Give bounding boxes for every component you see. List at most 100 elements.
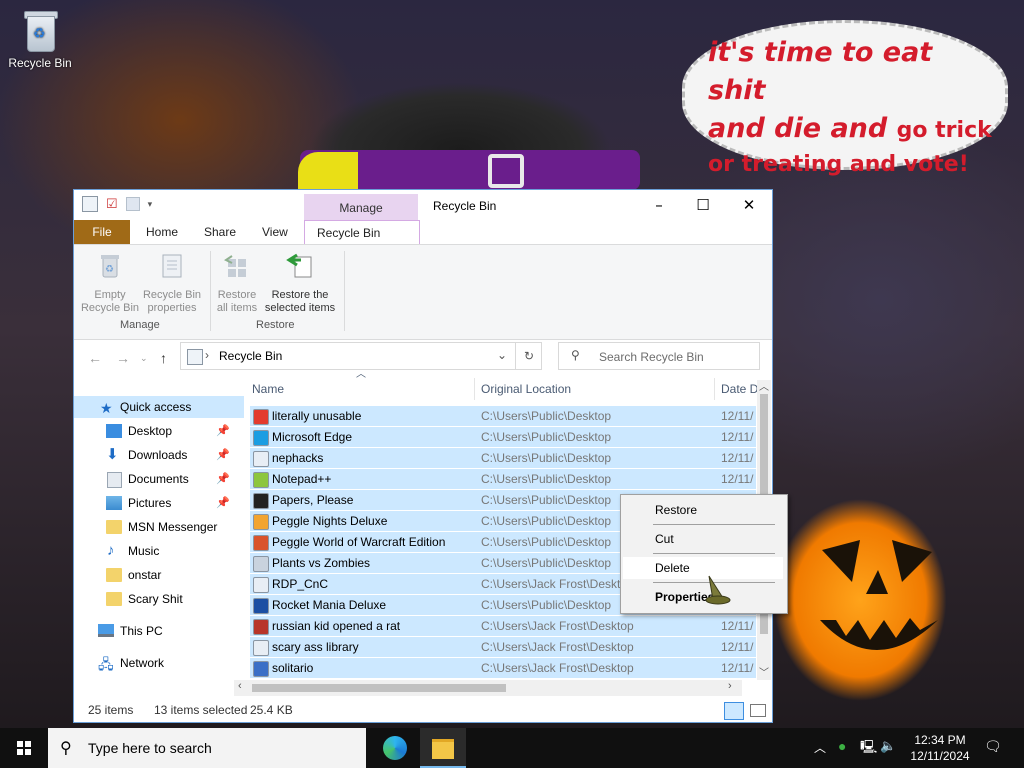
column-separator[interactable] xyxy=(474,378,475,400)
close-button[interactable]: ✕ xyxy=(726,190,772,220)
show-hidden-icons-chevron-icon[interactable]: ︿ xyxy=(814,739,826,779)
file-row[interactable]: nephacks C:\Users\Public\Desktop 12/11/ xyxy=(250,448,756,469)
nav-item-msn-messenger[interactable]: MSN Messenger xyxy=(74,516,244,538)
scrollbar-thumb[interactable] xyxy=(252,684,506,692)
context-restore[interactable]: Restore xyxy=(623,499,783,521)
title-bar[interactable]: ☑ ▾ Manage Recycle Bin – ☐ ✕ xyxy=(74,190,772,222)
column-header-name[interactable]: Name xyxy=(252,376,284,402)
nav-item-documents[interactable]: Documents 📌 xyxy=(74,468,244,490)
empty-recycle-bin-button[interactable]: ♻ Empty Recycle Bin xyxy=(80,251,140,315)
up-arrow-icon[interactable]: ↑ xyxy=(160,350,167,366)
scroll-up-icon[interactable]: ︿ xyxy=(759,378,769,393)
address-bar[interactable]: › Recycle Bin ⌄ ↻ xyxy=(180,342,542,370)
nav-label: Pictures xyxy=(128,496,172,510)
user-tray-icon[interactable]: ● xyxy=(838,738,846,778)
file-date-deleted: 12/11/ xyxy=(721,409,754,423)
desktop-icon xyxy=(106,424,122,438)
start-button[interactable] xyxy=(0,728,48,768)
properties-qat-icon[interactable]: ☑ xyxy=(106,196,118,212)
new-folder-qat-icon[interactable] xyxy=(125,197,140,211)
file-row[interactable]: solitario C:\Users\Jack Frost\Desktop 12/1… xyxy=(250,658,756,679)
empty-bin-label-2: Recycle Bin xyxy=(80,302,140,314)
tab-share[interactable]: Share xyxy=(192,220,248,244)
taskbar-app-file-explorer[interactable] xyxy=(420,728,466,768)
nav-item-quick-access[interactable]: ★ Quick access xyxy=(74,396,244,418)
file-name: Papers, Please xyxy=(272,493,354,507)
windows-logo-icon xyxy=(17,741,31,755)
desktop-icon-recycle-bin[interactable]: ♻ Recycle Bin xyxy=(4,6,76,70)
restore-all-label-2: all items xyxy=(216,302,258,314)
back-arrow-icon[interactable]: ← xyxy=(88,350,102,366)
context-cut[interactable]: Cut xyxy=(623,528,783,550)
recycle-bin-small-icon xyxy=(187,349,203,365)
tab-home[interactable]: Home xyxy=(134,220,190,244)
recent-locations-chevron-icon[interactable]: ⌄ xyxy=(140,353,148,364)
network-tray-icon[interactable]: 🖳 xyxy=(860,738,877,778)
scroll-right-icon[interactable]: › xyxy=(728,680,732,692)
scroll-down-icon[interactable]: ﹀ xyxy=(759,664,769,679)
file-row[interactable]: russian kid opened a rat C:\Users\Jack Fr… xyxy=(250,616,756,637)
taskbar: ⚲ Type here to search ︿ ● 🖳 🔈 12:34 PM 1… xyxy=(0,728,1024,768)
file-row[interactable]: literally unusable C:\Users\Public\Deskto… xyxy=(250,406,756,427)
context-properties[interactable]: Properties xyxy=(623,586,783,608)
file-original-location: C:\Users\Jack Frost\Desktop xyxy=(481,577,634,591)
file-row[interactable]: Notepad++ C:\Users\Public\Desktop 12/11/ xyxy=(250,469,756,490)
horizontal-scrollbar[interactable]: ‹ › xyxy=(234,680,742,696)
pin-icon[interactable]: 📌 xyxy=(216,420,230,442)
maximize-button[interactable]: ☐ xyxy=(680,190,726,220)
file-icon xyxy=(253,619,269,635)
nav-item-pictures[interactable]: Pictures 📌 xyxy=(74,492,244,514)
tab-file[interactable]: File xyxy=(74,220,130,244)
address-text: Recycle Bin xyxy=(219,349,283,363)
pin-icon[interactable]: 📌 xyxy=(216,444,230,466)
column-separator[interactable] xyxy=(714,378,715,400)
folder-icon xyxy=(106,520,122,534)
nav-label: Documents xyxy=(128,472,189,486)
taskbar-app-edge[interactable] xyxy=(372,728,418,768)
manage-context-tab[interactable]: Manage xyxy=(304,194,418,222)
status-bar: 25 items 13 items selected 25.4 KB xyxy=(74,698,772,722)
details-view-icon[interactable] xyxy=(724,702,744,720)
taskbar-search-box[interactable]: ⚲ Type here to search xyxy=(48,728,366,768)
clock-date: 12/11/2024 xyxy=(910,749,970,763)
nav-item-network[interactable]: 🖧 Network xyxy=(74,652,244,674)
pin-icon[interactable]: 📌 xyxy=(216,468,230,490)
tab-view[interactable]: View xyxy=(250,220,300,244)
column-header-original-location[interactable]: Original Location xyxy=(481,376,571,402)
file-original-location: C:\Users\Public\Desktop xyxy=(481,535,612,549)
forward-arrow-icon[interactable]: → xyxy=(116,350,130,366)
volume-icon[interactable]: 🔈 xyxy=(880,738,896,778)
nav-item-onstar[interactable]: onstar xyxy=(74,564,244,586)
customize-qat-icon[interactable]: ▾ xyxy=(148,199,153,210)
clock[interactable]: 12:34 PM 12/11/2024 xyxy=(896,732,984,764)
file-original-location: C:\Users\Public\Desktop xyxy=(481,556,612,570)
ribbon-separator xyxy=(210,251,211,331)
nav-item-downloads[interactable]: ⬇ Downloads 📌 xyxy=(74,444,244,466)
explorer-window: ☑ ▾ Manage Recycle Bin – ☐ ✕ File Home S… xyxy=(74,190,772,722)
scroll-left-icon[interactable]: ‹ xyxy=(238,680,242,692)
tab-recycle-bin-tools[interactable]: Recycle Bin Tools xyxy=(304,220,420,264)
file-date-deleted: 12/11/ xyxy=(721,661,754,675)
file-row[interactable]: Microsoft Edge C:\Users\Public\Desktop 12/… xyxy=(250,427,756,448)
nav-item-desktop[interactable]: Desktop 📌 xyxy=(74,420,244,442)
refresh-icon[interactable]: ↻ xyxy=(515,343,542,369)
address-dropdown-icon[interactable]: ⌄ xyxy=(497,348,507,362)
recycle-bin-properties-button[interactable]: Recycle Bin properties xyxy=(142,251,202,315)
large-icons-view-icon[interactable] xyxy=(750,704,766,717)
file-icon xyxy=(253,430,269,446)
nav-label: onstar xyxy=(128,568,162,582)
minimize-button[interactable]: – xyxy=(636,190,682,220)
search-box[interactable]: ⚲ Search Recycle Bin xyxy=(558,342,760,370)
pin-icon[interactable]: 📌 xyxy=(216,492,230,514)
context-delete[interactable]: Delete xyxy=(623,557,783,579)
restore-all-button[interactable]: Restore all items xyxy=(212,251,262,315)
nav-item-this-pc[interactable]: This PC xyxy=(74,620,244,642)
search-icon: ⚲ xyxy=(60,740,72,757)
file-row[interactable]: scary ass library C:\Users\Jack Frost\Des… xyxy=(250,637,756,658)
restore-selected-button[interactable]: Restore the selected items xyxy=(262,251,338,315)
column-header-date-deleted[interactable]: Date D xyxy=(721,376,758,402)
nav-item-scary-shit[interactable]: Scary Shit xyxy=(74,588,244,610)
nav-item-music[interactable]: ♪ Music xyxy=(74,540,244,562)
file-name: Plants vs Zombies xyxy=(272,556,371,570)
notifications-icon[interactable]: 🗨 xyxy=(984,738,1002,778)
